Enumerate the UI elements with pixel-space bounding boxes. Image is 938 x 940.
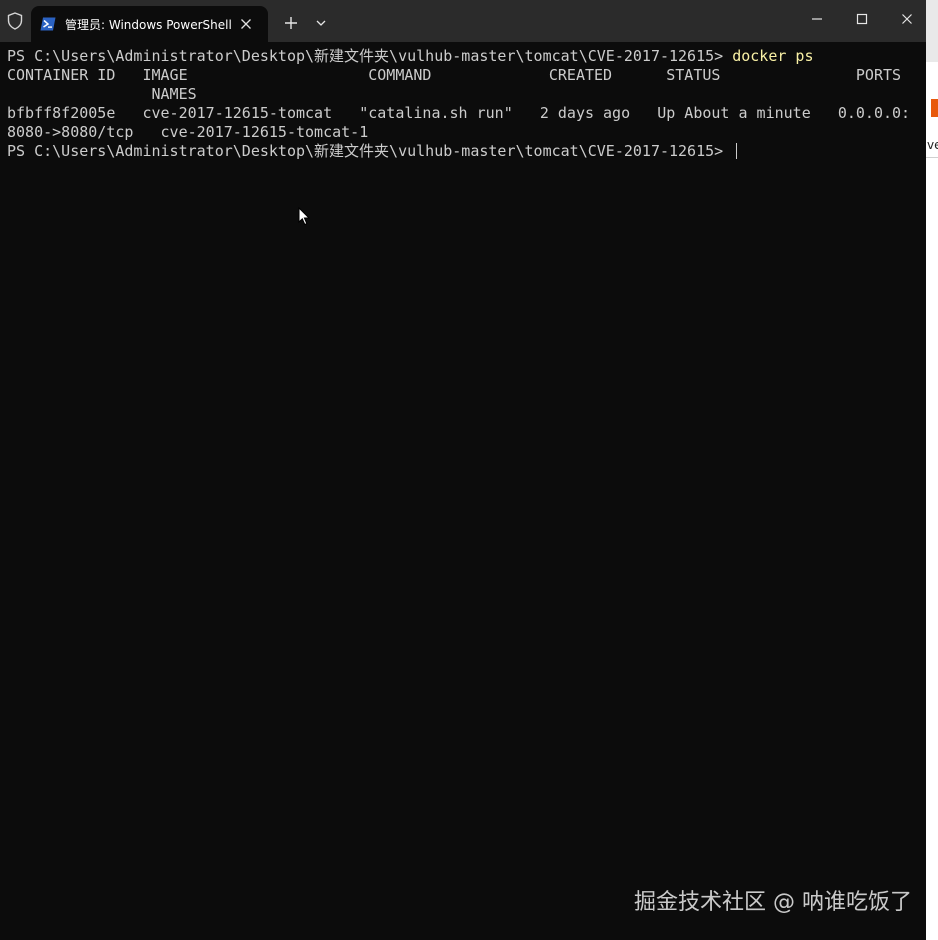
prompt: PS C:\Users\Administrator\Desktop\新建文件夹\… (7, 142, 733, 160)
minimize-button[interactable] (802, 6, 832, 32)
powershell-icon (40, 16, 56, 31)
watermark: 掘金技术社区 @ 呐谁吃饭了 (634, 890, 912, 915)
prompt-line: PS C:\Users\Administrator\Desktop\新建文件夹\… (7, 142, 910, 161)
command: docker ps (732, 47, 814, 65)
tab-powershell[interactable]: 管理员: Windows PowerShell (31, 6, 268, 42)
prompt-line: PS C:\Users\Administrator\Desktop\新建文件夹\… (7, 47, 910, 66)
background-window-accent (931, 99, 938, 117)
shield-icon[interactable] (4, 10, 26, 32)
tab-close-icon[interactable] (237, 15, 255, 33)
title-bar: 管理员: Windows PowerShell (0, 0, 926, 42)
close-icon (902, 14, 912, 24)
terminal-output: PS C:\Users\Administrator\Desktop\新建文件夹\… (7, 47, 910, 161)
output-line: CONTAINER ID IMAGE COMMAND CREATED STATU… (7, 66, 902, 84)
output-line: NAMES (7, 85, 197, 103)
maximize-icon (856, 13, 868, 25)
text-cursor (736, 143, 738, 159)
background-window-text: ve (927, 138, 938, 152)
terminal-area[interactable]: PS C:\Users\Administrator\Desktop\新建文件夹\… (0, 42, 926, 940)
tab-title: 管理员: Windows PowerShell (65, 18, 232, 32)
close-window-button[interactable] (892, 6, 922, 32)
minimize-icon (812, 18, 822, 20)
output-line: 8080->8080/tcp cve-2017-12615-tomcat-1 (7, 123, 369, 141)
chevron-down-icon (316, 20, 326, 26)
output-line: bfbff8f2005e cve-2017-12615-tomcat "cata… (7, 104, 911, 122)
prompt: PS C:\Users\Administrator\Desktop\新建文件夹\… (7, 47, 733, 65)
background-window-edge: ve (926, 0, 938, 940)
new-tab-button[interactable] (281, 13, 301, 33)
background-window-divider (926, 157, 938, 158)
tab-dropdown-button[interactable] (311, 13, 331, 33)
background-window-header (926, 0, 938, 62)
maximize-button[interactable] (847, 6, 877, 32)
mouse-pointer-icon (298, 206, 311, 226)
plus-icon (285, 17, 297, 29)
